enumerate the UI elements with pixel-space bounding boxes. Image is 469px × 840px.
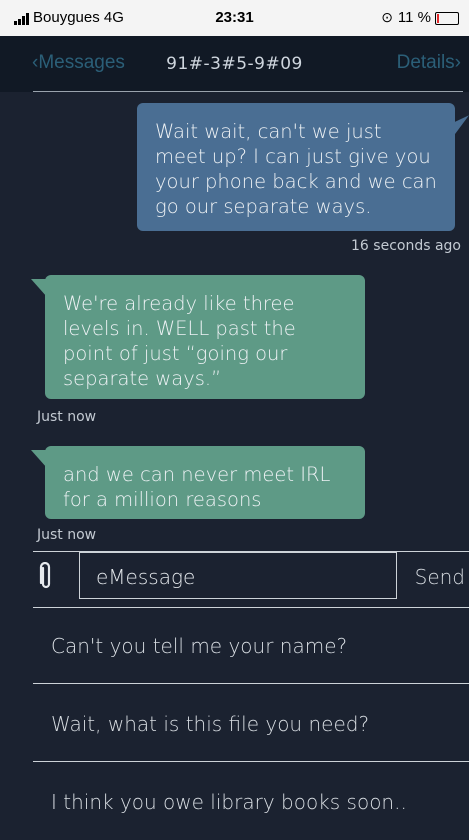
- message-timestamp: 16 seconds ago: [351, 238, 461, 254]
- battery-level: [437, 14, 439, 23]
- status-bar: Bouygues 4G 23:31 ⊙ 11 %: [0, 0, 469, 36]
- status-right: ⊙ 11 %: [381, 9, 459, 26]
- battery-icon: [435, 12, 459, 25]
- message-input-placeholder: eMessage: [96, 565, 196, 589]
- reply-option[interactable]: I think you owe library books soon..: [33, 763, 469, 840]
- bubble-tail: [31, 450, 47, 468]
- send-button[interactable]: Send: [415, 565, 465, 589]
- message-text: We're already like three levels in. WELL…: [63, 292, 296, 390]
- reply-option[interactable]: Wait, what is this file you need?: [33, 685, 469, 762]
- message-bubble-sent: Wait wait, can't we just meet up? I can …: [137, 103, 469, 231]
- reply-option-label: Can't you tell me your name?: [51, 634, 348, 658]
- nav-bar: ‹Messages 91#-3#5-9#09 Details›: [0, 36, 469, 92]
- compose-bar: eMessage Send: [33, 551, 469, 608]
- message-input[interactable]: eMessage: [79, 552, 397, 599]
- details-label: Details: [396, 52, 455, 73]
- reply-option-label: Wait, what is this file you need?: [51, 712, 370, 736]
- reply-option[interactable]: Can't you tell me your name?: [33, 607, 469, 684]
- details-button[interactable]: Details›: [397, 52, 461, 74]
- bubble-tail: [453, 115, 469, 137]
- reply-option-label: I think you owe library books soon..: [51, 790, 407, 814]
- chevron-right-icon: ›: [454, 52, 461, 73]
- message-bubble-received: We're already like three levels in. WELL…: [31, 275, 365, 399]
- message-bubble-received: and we can never meet IRL for a million …: [31, 446, 365, 519]
- bubble-tail: [31, 279, 47, 297]
- orientation-lock-icon: ⊙: [381, 9, 393, 25]
- divider: [33, 91, 463, 92]
- message-text: Wait wait, can't we just meet up? I can …: [155, 120, 437, 218]
- message-timestamp: Just now: [37, 527, 97, 543]
- message-text: and we can never meet IRL for a million …: [63, 463, 331, 511]
- battery-percent: 11 %: [397, 9, 431, 26]
- message-timestamp: Just now: [37, 409, 97, 425]
- paperclip-icon[interactable]: [39, 561, 53, 594]
